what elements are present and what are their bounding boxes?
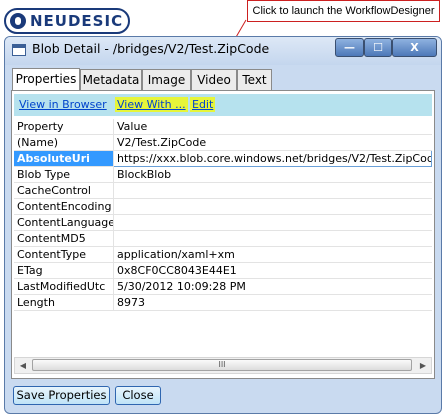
edit-link[interactable]: Edit <box>190 97 216 112</box>
property-column-header[interactable]: Property <box>14 119 114 135</box>
property-value[interactable] <box>113 214 432 231</box>
value-column-header[interactable]: Value <box>113 119 432 135</box>
property-name: AbsoluteUri <box>14 150 114 167</box>
table-row[interactable]: ETag 0x8CF0CC8043E44E1 <box>14 262 432 279</box>
property-name: (Name) <box>14 134 114 151</box>
view-with-link[interactable]: View With ... <box>115 97 188 112</box>
tab-metadata[interactable]: Metadata <box>80 69 142 90</box>
minimize-button[interactable]: — <box>335 38 364 57</box>
property-grid: Property Value (Name) V2/Test.ZipCode Abs… <box>14 119 432 349</box>
property-name: ETag <box>14 262 114 279</box>
tab-video[interactable]: Video <box>191 69 237 90</box>
close-window-button[interactable]: X <box>392 38 437 57</box>
logo-text: NEUDESIC <box>30 12 124 30</box>
property-value[interactable]: application/xaml+xm <box>113 246 432 263</box>
window-title: Blob Detail - /bridges/V2/Test.ZipCode <box>32 41 270 56</box>
property-value[interactable]: https://xxx.blob.core.windows.net/bridge… <box>113 150 432 167</box>
property-value[interactable]: BlockBlob <box>113 166 432 183</box>
table-row[interactable]: ContentEncoding <box>14 198 432 215</box>
window-app-icon <box>12 44 26 56</box>
maximize-button[interactable]: ☐ <box>364 38 392 57</box>
tab-image[interactable]: Image <box>142 69 191 90</box>
tab-properties[interactable]: Properties <box>12 68 80 91</box>
property-value[interactable] <box>113 198 432 215</box>
property-value[interactable]: V2/Test.ZipCode <box>113 134 432 151</box>
scroll-right-icon[interactable]: ▶ <box>415 358 431 373</box>
property-value[interactable]: 8973 <box>113 294 432 311</box>
scroll-left-icon[interactable]: ◀ <box>15 358 31 373</box>
table-row-selected[interactable]: AbsoluteUri https://xxx.blob.core.windows… <box>14 150 432 167</box>
property-value[interactable]: 5/30/2012 10:09:28 PM <box>113 278 432 295</box>
table-row[interactable]: ContentMD5 <box>14 230 432 247</box>
property-value[interactable] <box>113 182 432 199</box>
property-name: ContentMD5 <box>14 230 114 247</box>
logo-mark-icon <box>10 13 26 29</box>
table-row[interactable]: ContentType application/xaml+xm <box>14 246 432 263</box>
property-name: Blob Type <box>14 166 114 183</box>
table-row[interactable]: LastModifiedUtc 5/30/2012 10:09:28 PM <box>14 278 432 295</box>
action-bar: View in Browser View With ... Edit <box>14 94 432 116</box>
table-row[interactable]: ContentLanguage <box>14 214 432 231</box>
table-row[interactable]: Length 8973 <box>14 294 432 311</box>
property-value[interactable] <box>113 230 432 247</box>
close-button[interactable]: Close <box>115 386 161 405</box>
property-name: ContentLanguage <box>14 214 114 231</box>
property-name: Length <box>14 294 114 311</box>
save-properties-button[interactable]: Save Properties <box>13 386 110 405</box>
property-value[interactable]: 0x8CF0CC8043E44E1 <box>113 262 432 279</box>
scrollbar-thumb[interactable]: III <box>32 359 412 371</box>
properties-panel: View in Browser View With ... Edit Prope… <box>11 90 435 379</box>
table-row[interactable]: (Name) V2/Test.ZipCode <box>14 134 432 151</box>
property-name: LastModifiedUtc <box>14 278 114 295</box>
horizontal-scrollbar[interactable]: ◀ III ▶ <box>14 357 432 374</box>
table-row[interactable]: Blob Type BlockBlob <box>14 166 432 183</box>
property-name: ContentType <box>14 246 114 263</box>
callout-box: Click to launch the WorkflowDesigner <box>247 0 440 22</box>
grid-header-row: Property Value <box>14 119 432 135</box>
neudesic-logo: NEUDESIC <box>4 8 130 34</box>
view-in-browser-link[interactable]: View in Browser <box>19 98 107 111</box>
property-name: CacheControl <box>14 182 114 199</box>
table-row[interactable]: CacheControl <box>14 182 432 199</box>
window-titlebar[interactable]: Blob Detail - /bridges/V2/Test.ZipCode —… <box>5 37 441 65</box>
tab-text[interactable]: Text <box>237 69 272 90</box>
blob-detail-window: Blob Detail - /bridges/V2/Test.ZipCode —… <box>4 36 442 414</box>
property-name: ContentEncoding <box>14 198 114 215</box>
